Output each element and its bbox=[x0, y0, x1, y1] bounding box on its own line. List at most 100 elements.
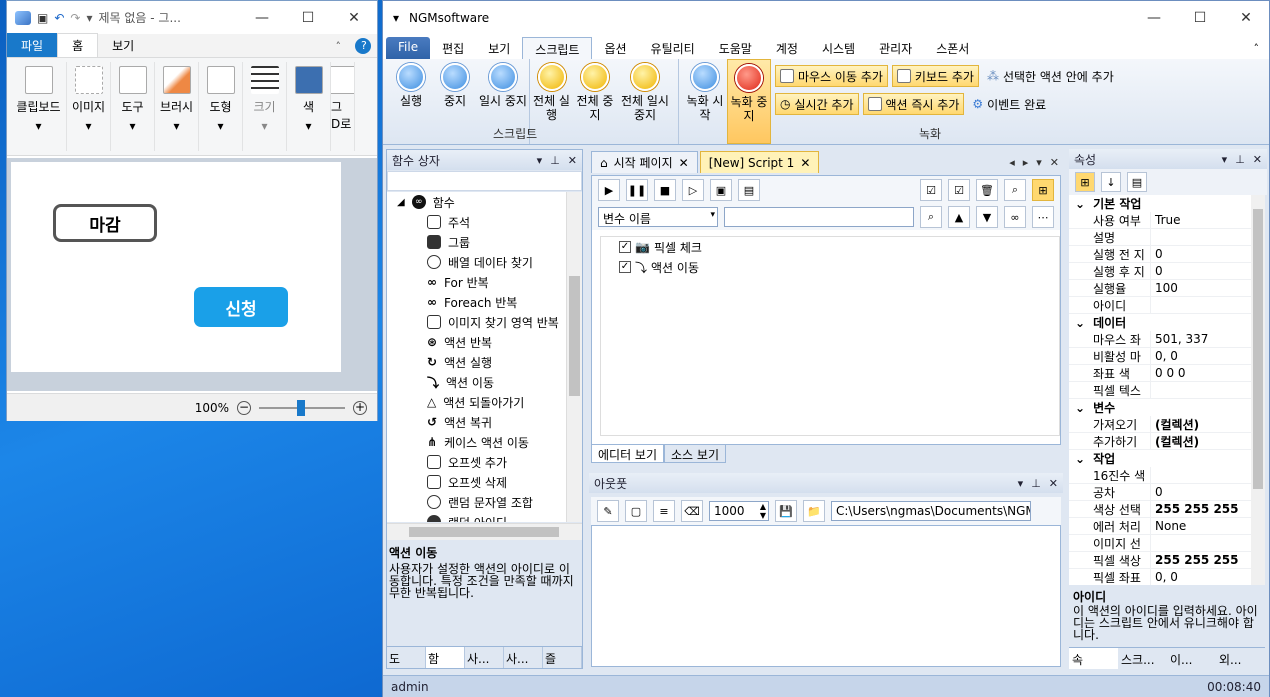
property-category[interactable]: ⌄ 변수 bbox=[1069, 399, 1251, 416]
tree-item[interactable]: 랜덤 아이디 bbox=[387, 512, 567, 522]
step-icon[interactable]: ▷ bbox=[682, 179, 704, 201]
tools-group[interactable]: 도구 ▾ bbox=[111, 62, 155, 151]
realtime-add-button[interactable]: ◷ 실시간 추가 bbox=[775, 93, 859, 115]
property-row[interactable]: 실행 전 지0 bbox=[1069, 245, 1251, 263]
property-row[interactable]: 추가하기 (컬렉션) bbox=[1069, 432, 1251, 450]
instant-action-add-button[interactable]: 액션 즉시 추가 bbox=[862, 93, 965, 115]
record-stop-button[interactable]: 녹화 중지 bbox=[727, 59, 771, 144]
property-row[interactable]: 픽셀 텍스 bbox=[1069, 381, 1251, 399]
checkbox[interactable]: ✓ bbox=[619, 261, 631, 273]
size-group[interactable]: 크기 ▾ bbox=[243, 62, 287, 151]
tree-item[interactable]: △ 액션 되돌아가기 bbox=[387, 392, 567, 412]
tree-view-icon[interactable]: ⊞ bbox=[1032, 179, 1054, 201]
property-row[interactable]: 색상 선택 255 255 255 bbox=[1069, 500, 1251, 518]
zoom-icon[interactable]: ⌕ bbox=[1004, 179, 1026, 201]
tree-hscrollbar[interactable] bbox=[387, 523, 582, 540]
tab-source-view[interactable]: 소스 보기 bbox=[664, 445, 726, 463]
property-row[interactable]: 에러 처리 None bbox=[1069, 517, 1251, 535]
arrow-up-icon[interactable]: ▲ bbox=[948, 206, 970, 228]
tab-image[interactable]: 이... bbox=[1167, 648, 1216, 669]
stop-all-button[interactable]: 전체 중지 bbox=[573, 59, 617, 144]
more-icon[interactable]: ⋯ bbox=[1032, 206, 1054, 228]
search-icon[interactable]: ⌕ bbox=[920, 206, 942, 228]
brush-icon[interactable]: ✎ bbox=[597, 500, 619, 522]
step-into-icon[interactable]: ▣ bbox=[710, 179, 732, 201]
property-category[interactable]: ⌄ 기본 작업 bbox=[1069, 195, 1251, 212]
new-doc-icon[interactable]: ▢ bbox=[625, 500, 647, 522]
tab-properties[interactable]: 속 bbox=[1069, 648, 1118, 669]
tab-view[interactable]: 보기 bbox=[476, 37, 522, 59]
tab-script-explorer[interactable]: 스크... bbox=[1118, 648, 1167, 669]
property-row[interactable]: 마우스 좌 501, 337 bbox=[1069, 330, 1251, 348]
minimize-button[interactable]: — bbox=[1131, 10, 1177, 26]
tree-item[interactable]: 배열 데이타 찾기 bbox=[387, 252, 567, 272]
tab-help[interactable]: 도움말 bbox=[707, 37, 764, 59]
list-item[interactable]: ✓ 📷 픽셀 체크 bbox=[601, 237, 1059, 257]
shapes-group[interactable]: 도형 ▾ bbox=[199, 62, 243, 151]
tree-item[interactable]: ↺ 액션 복귀 bbox=[387, 412, 567, 432]
pin-icon[interactable]: ⊥ bbox=[1031, 477, 1041, 490]
property-value[interactable]: 255 255 255 bbox=[1151, 553, 1239, 567]
property-category[interactable]: ⌄ 데이터 bbox=[1069, 314, 1251, 331]
zoom-out-icon[interactable]: − bbox=[237, 400, 251, 415]
loop-icon[interactable]: ∞ bbox=[1004, 206, 1026, 228]
zoom-in-icon[interactable]: + bbox=[353, 400, 367, 415]
tab-file[interactable]: File bbox=[386, 37, 431, 59]
save-icon[interactable]: ▣ bbox=[37, 11, 48, 25]
add-mouse-move-button[interactable]: 마우스 이동 추가 bbox=[775, 65, 888, 87]
dropdown-icon[interactable]: ▾ bbox=[1018, 477, 1024, 490]
close-button[interactable]: ✕ bbox=[331, 10, 377, 26]
property-row[interactable]: 실행율 100 bbox=[1069, 279, 1251, 297]
check-icon[interactable]: ☑ bbox=[948, 179, 970, 201]
delete-icon[interactable]: 🗑 bbox=[976, 179, 998, 201]
record-start-button[interactable]: 녹화 시작 bbox=[683, 59, 727, 144]
tree-item[interactable]: 랜덤 문자열 조합 bbox=[387, 492, 567, 512]
canvas[interactable]: 마감 신청 bbox=[11, 162, 341, 372]
arrow-down-icon[interactable]: ▼ bbox=[976, 206, 998, 228]
close-icon[interactable]: ✕ bbox=[568, 154, 577, 167]
checkbox[interactable]: ✓ bbox=[619, 241, 631, 253]
stop-button[interactable]: 중지 bbox=[433, 59, 477, 144]
property-row[interactable]: 이미지 선 bbox=[1069, 534, 1251, 552]
property-value[interactable]: (컬렉션) bbox=[1151, 416, 1199, 433]
tab-external[interactable]: 외... bbox=[1216, 648, 1265, 669]
image-group[interactable]: 이미지 ▾ bbox=[67, 62, 111, 151]
pin-icon[interactable]: ⊥ bbox=[550, 154, 560, 167]
zoom-slider[interactable] bbox=[259, 399, 345, 416]
tree-scrollbar[interactable] bbox=[566, 192, 582, 522]
tree-item[interactable]: ⋔ 케이스 액션 이동 bbox=[387, 432, 567, 452]
property-pages-icon[interactable]: ▤ bbox=[1127, 172, 1147, 192]
tab-toolbox[interactable]: 도 bbox=[387, 647, 426, 668]
tab-options[interactable]: 옵션 bbox=[592, 37, 638, 59]
play-icon[interactable]: ▶ bbox=[598, 179, 620, 201]
color-group[interactable]: 색 ▾ bbox=[287, 62, 331, 151]
minimize-button[interactable]: — bbox=[239, 10, 285, 26]
property-value[interactable]: 100 bbox=[1151, 281, 1178, 295]
folder-icon[interactable]: 📁 bbox=[803, 500, 825, 522]
tab-editor-view[interactable]: 에디터 보기 bbox=[591, 445, 665, 463]
property-value[interactable]: 0, 0 bbox=[1151, 570, 1178, 584]
sort-az-icon[interactable]: ↓ bbox=[1101, 172, 1121, 192]
maximize-button[interactable]: ☐ bbox=[1177, 10, 1223, 26]
tab-user-2[interactable]: 사... bbox=[504, 647, 543, 668]
tree-item[interactable]: ∞ For 반복 bbox=[387, 272, 567, 292]
tab-script-1[interactable]: [New] Script 1 ✕ bbox=[699, 151, 820, 173]
property-scrollbar[interactable] bbox=[1251, 195, 1265, 585]
property-row[interactable]: 사용 여부 True bbox=[1069, 211, 1251, 229]
tab-script[interactable]: 스크립트 bbox=[522, 37, 593, 59]
tree-item[interactable]: ↻ 액션 실행 bbox=[387, 352, 567, 372]
categorized-icon[interactable]: ⊞ bbox=[1075, 172, 1095, 192]
check-all-icon[interactable]: ☑ bbox=[920, 179, 942, 201]
property-value[interactable]: 0, 0 bbox=[1151, 349, 1178, 363]
add-keyboard-button[interactable]: 키보드 추가 bbox=[891, 65, 979, 87]
tab-system[interactable]: 시스템 bbox=[810, 37, 867, 59]
quick-access-dropdown-icon[interactable]: ▾ bbox=[86, 11, 92, 25]
clipboard-group[interactable]: 클립보드 ▾ bbox=[11, 62, 67, 151]
chevron-down-icon[interactable]: ⌄ bbox=[1075, 452, 1085, 466]
tab-file[interactable]: 파일 bbox=[7, 33, 58, 57]
redo-icon[interactable]: ↷ bbox=[70, 11, 80, 25]
property-row[interactable]: 설명 bbox=[1069, 228, 1251, 246]
variable-search-input[interactable] bbox=[724, 207, 914, 227]
dropdown-icon[interactable]: ▾ bbox=[1222, 153, 1228, 166]
event-complete-button[interactable]: ⚙ 이벤트 완료 bbox=[968, 93, 1050, 115]
